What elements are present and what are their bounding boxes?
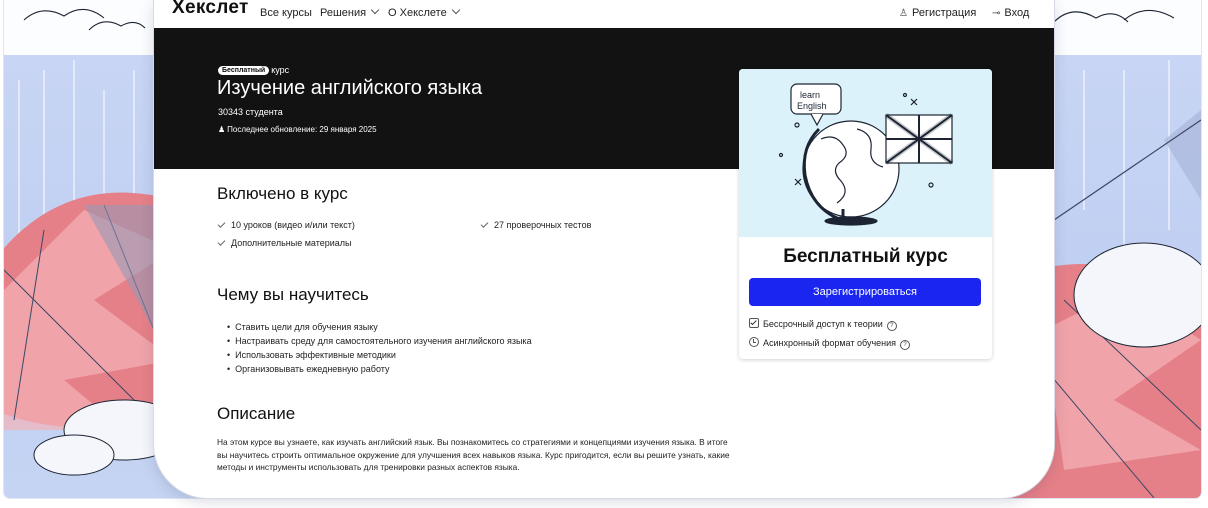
top-navigation: Хекслет Все курсы Решения О Хекслете ♙ Ре…: [154, 0, 1054, 28]
register-link[interactable]: ♙ Регистрация: [899, 7, 976, 19]
key-icon: ⊸: [992, 8, 1001, 19]
list-item: Настраивать среду для самостоятельного и…: [227, 334, 531, 348]
badge-suffix: курс: [271, 65, 290, 75]
nav-solutions-label: Решения: [320, 7, 367, 19]
last-updated-text: Последнее обновление: 29 января 2025: [227, 125, 377, 134]
check-icon: [217, 220, 226, 228]
included-item-label: Дополнительные материалы: [231, 238, 352, 248]
logo[interactable]: Хекслет: [172, 0, 249, 19]
clock-icon: [749, 337, 759, 347]
register-label: Регистрация: [911, 7, 977, 19]
check-icon: [480, 220, 489, 228]
included-title: Включено в курс: [217, 184, 348, 203]
included-item-label: 27 проверочных тестов: [494, 220, 592, 230]
included-item: 27 проверочных тестов: [480, 220, 592, 230]
question-circle-icon[interactable]: ?: [886, 321, 897, 331]
illustration-text-line-1: learn: [800, 90, 820, 100]
chevron-down-icon: [451, 5, 460, 15]
course-card: Хекслет Все курсы Решения О Хекслете ♙ Ре…: [154, 0, 1054, 498]
learn-title: Чему вы научитесь: [217, 285, 369, 304]
student-count: 30343 студента: [218, 107, 283, 117]
list-item: Ставить цели для обучения языку: [227, 320, 532, 334]
included-item-label: 10 уроков (видео и/или текст): [231, 220, 355, 230]
register-button[interactable]: Зарегистрироваться: [749, 278, 981, 306]
last-updated: ♟ Последнее обновление: 29 января 2025: [218, 125, 377, 134]
feature-label: Бессрочный доступ к теории: [763, 319, 883, 329]
feature-unlimited-access: Бессрочный доступ к теории?: [749, 318, 897, 331]
feature-label: Асинхронный формат обучения: [763, 338, 897, 348]
course-illustration: learn English: [739, 69, 992, 237]
description-title: Описание: [217, 404, 296, 423]
question-circle-icon[interactable]: ?: [900, 340, 911, 350]
learn-list: Ставить цели для обучения языку Настраив…: [227, 320, 532, 376]
check-icon: [217, 238, 226, 246]
price-title: Бесплатный курс: [783, 246, 948, 267]
login-label: Вход: [1004, 7, 1030, 19]
feature-async-format: Асинхронный формат обучения?: [749, 337, 911, 350]
login-link[interactable]: ⊸ Вход: [992, 7, 1029, 19]
included-item: Дополнительные материалы: [217, 238, 352, 248]
course-type: Бесплатный курс: [218, 65, 289, 75]
nav-solutions[interactable]: Решения: [320, 5, 380, 19]
enroll-panel: learn English Бесплатный курс Зарегистри…: [739, 69, 992, 359]
illustration-text-line-2: English: [797, 101, 827, 111]
people-icon: ♟: [218, 125, 226, 134]
person-icon: ♙: [899, 8, 908, 19]
list-item: Использовать эффективные методики: [227, 348, 532, 362]
free-badge: Бесплатный: [218, 66, 270, 75]
nav-about[interactable]: О Хекслете: [388, 5, 460, 19]
nav-all-courses[interactable]: Все курсы: [260, 7, 312, 19]
checkbox-icon: [749, 318, 759, 328]
globe-illustration: learn English: [778, 83, 954, 226]
page-title: Изучение английского языка: [217, 77, 483, 99]
nav-about-label: О Хекслете: [388, 7, 447, 19]
description-text: На этом курсе вы узнаете, как изучать ан…: [217, 437, 730, 473]
list-item: Организовывать ежедневную работу: [227, 362, 532, 376]
included-item: 10 уроков (видео и/или текст): [217, 220, 355, 230]
chevron-down-icon: [370, 5, 380, 15]
